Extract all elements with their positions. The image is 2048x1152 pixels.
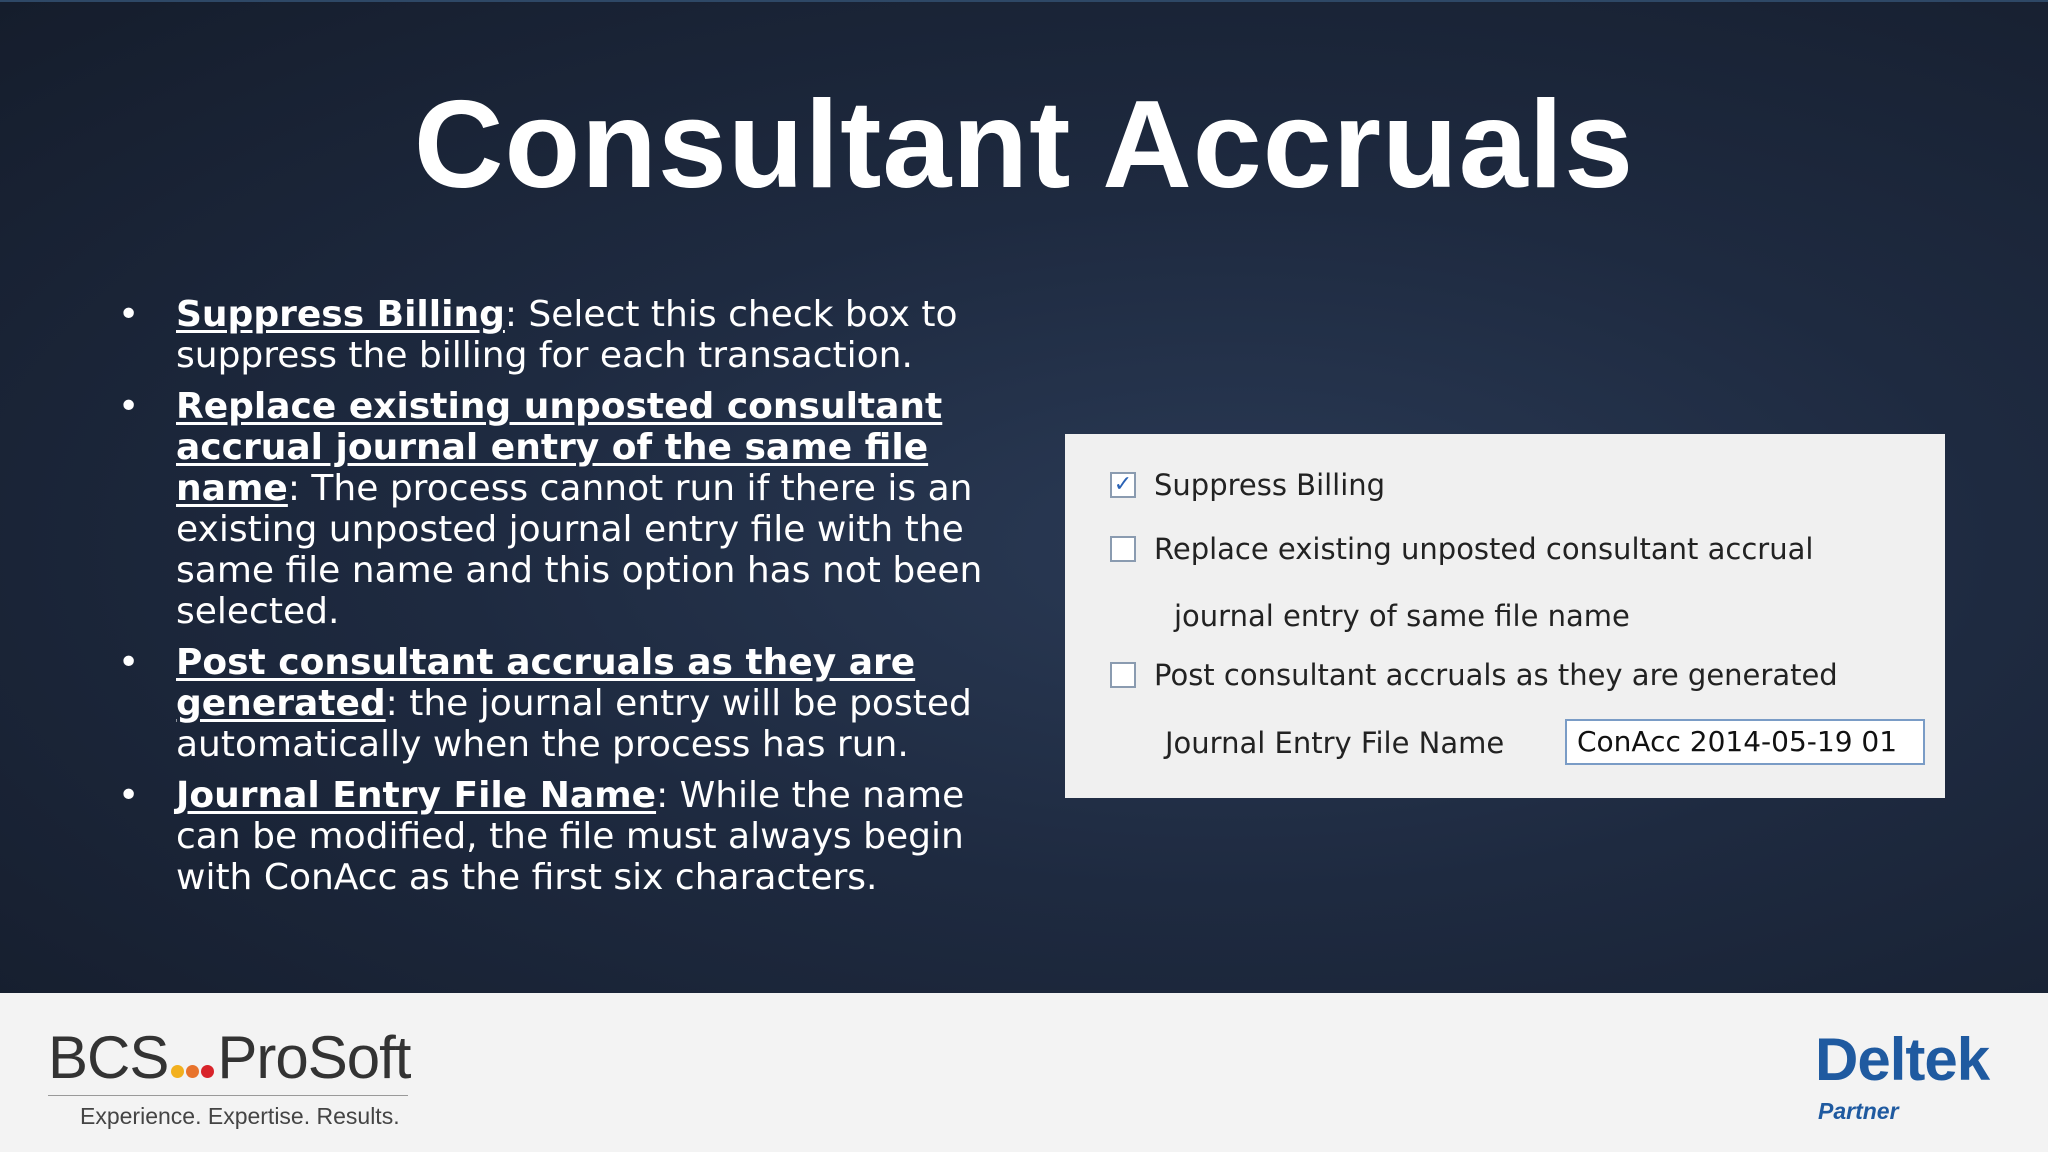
slide-background: Consultant Accruals • Suppress Billing: … (0, 0, 2048, 993)
replace-existing-label-line2: journal entry of same file name (1174, 599, 1630, 633)
replace-existing-row[interactable]: Replace existing unposted consultant acc… (1110, 532, 1813, 566)
bcs-logo-wordmark: BCS ProSoft (48, 1023, 411, 1092)
footer: BCS ProSoft Experience. Expertise. Result… (0, 993, 2048, 1152)
replace-existing-checkbox[interactable] (1110, 536, 1136, 562)
bullet-dot: • (118, 642, 140, 683)
bcs-logo-divider (48, 1095, 408, 1096)
post-accruals-row[interactable]: Post consultant accruals as they are gen… (1110, 658, 1838, 692)
post-accruals-checkbox[interactable] (1110, 662, 1136, 688)
bcs-logo-left: BCS (48, 1024, 169, 1091)
file-name-label: Journal Entry File Name (1165, 726, 1505, 760)
bullet-term: Suppress Billing (176, 294, 505, 335)
slide-title: Consultant Accruals (413, 76, 1635, 214)
bcs-logo-dots (170, 1023, 215, 1092)
bullet-dot: • (118, 294, 140, 335)
logo-dot-red (201, 1065, 215, 1078)
bullet-item: • Replace existing unposted consultant a… (118, 386, 998, 632)
bcs-logo-tagline: Experience. Expertise. Results. (80, 1103, 400, 1129)
suppress-billing-label: Suppress Billing (1154, 468, 1386, 502)
logo-dot-orange (186, 1065, 200, 1078)
file-name-input[interactable]: ConAcc 2014-05-19 01 (1565, 719, 1925, 765)
logo-dot-yellow (171, 1065, 185, 1078)
post-accruals-label: Post consultant accruals as they are gen… (1154, 658, 1838, 692)
bullet-dot: • (118, 775, 140, 816)
bullet-item: • Post consultant accruals as they are g… (118, 642, 998, 765)
bullet-term: Journal Entry File Name (176, 775, 657, 816)
bullet-item: • Journal Entry File Name: While the nam… (118, 775, 998, 898)
replace-existing-label-line2-row: journal entry of same file name (1174, 599, 1630, 633)
check-mark-icon: ✓ (1113, 472, 1133, 497)
suppress-billing-checkbox[interactable]: ✓ (1110, 472, 1136, 498)
bullet-list: • Suppress Billing: Select this check bo… (118, 294, 998, 908)
bcs-prosoft-logo: BCS ProSoft Experience. Expertise. Result… (48, 1023, 438, 1129)
deltek-logo: Deltek (1815, 1026, 1990, 1093)
bullet-dot: • (118, 386, 140, 427)
file-name-row: Journal Entry File Name (1165, 726, 1504, 760)
deltek-partner-label: Partner (1818, 1098, 1899, 1124)
bullet-text: : The process cannot run if there is an … (176, 468, 983, 632)
suppress-billing-row[interactable]: ✓ Suppress Billing (1110, 468, 1385, 502)
options-panel-screenshot: ✓ Suppress Billing Replace existing unpo… (1065, 434, 1945, 798)
bullet-item: • Suppress Billing: Select this check bo… (118, 294, 998, 376)
bcs-logo-right: ProSoft (217, 1024, 411, 1091)
replace-existing-label: Replace existing unposted consultant acc… (1154, 532, 1814, 566)
